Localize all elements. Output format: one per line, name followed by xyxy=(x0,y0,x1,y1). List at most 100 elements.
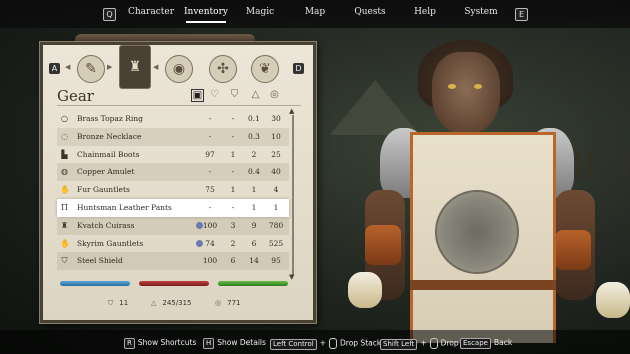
cuirass-icon: ♜ xyxy=(60,220,69,230)
item-col-1: 74 xyxy=(205,238,215,248)
item-col-3: 0.4 xyxy=(248,167,260,177)
amulet-icon: ◍ xyxy=(61,167,68,177)
hint-label: Show Details xyxy=(217,338,266,347)
tab-materials[interactable]: ✣ xyxy=(209,55,237,83)
prev-tab-key[interactable]: A xyxy=(49,63,60,74)
item-col-2: - xyxy=(231,131,235,141)
item-row[interactable]: ◍ Copper Amulet - - 0.4 40 xyxy=(57,163,289,182)
tab-arrow-left-icon: ◀ xyxy=(65,63,71,71)
tab-consumables[interactable]: ◉ xyxy=(165,55,193,83)
armor-rating-icon: ⛉ xyxy=(108,299,114,307)
gold-coin-icon: ◎ xyxy=(215,299,222,307)
item-col-2: 1 xyxy=(230,149,236,159)
coin-icon[interactable]: ◎ xyxy=(269,89,280,100)
item-col-1: 100 xyxy=(202,256,218,266)
armor-icon: ♜ xyxy=(128,59,142,75)
menu-character[interactable]: Character xyxy=(128,7,174,17)
item-name: Kvatch Cuirass xyxy=(77,220,135,230)
item-col-4: 525 xyxy=(268,238,284,248)
next-menu-key[interactable]: E xyxy=(515,8,528,21)
item-col-3: 9 xyxy=(251,220,257,230)
menu-quests[interactable]: Quests xyxy=(354,7,386,17)
item-col-1: 97 xyxy=(205,149,215,159)
item-col-1: - xyxy=(208,114,212,123)
tab-all-items[interactable]: ✎ xyxy=(77,55,105,83)
item-row[interactable]: ○ Brass Topaz Ring - - 0.1 30 xyxy=(57,110,289,128)
item-col-3: 6 xyxy=(251,238,257,248)
tab-gear[interactable]: ♜ xyxy=(119,45,151,89)
item-list-scrollbar[interactable]: ▲ ▼ xyxy=(289,107,295,281)
prev-menu-key[interactable]: Q xyxy=(103,8,116,21)
mouse-icon xyxy=(329,338,337,349)
weight-icon[interactable]: △ xyxy=(250,89,261,100)
item-col-1: 75 xyxy=(205,185,215,195)
value-sort-icon[interactable]: ▣ xyxy=(191,89,204,102)
item-col-1: - xyxy=(208,167,212,177)
next-tab-key[interactable]: D xyxy=(293,63,304,74)
shortcut-key: Left Control xyxy=(270,338,317,350)
hint-drop-stack[interactable]: Left Control + Drop Stack xyxy=(270,338,381,350)
hint-drop[interactable]: Shift Left + Drop xyxy=(380,338,459,350)
hint-label: Show Shortcuts xyxy=(137,338,197,347)
item-row[interactable]: ◌ Bronze Necklace - - 0.3 10 xyxy=(57,127,289,146)
gold-value: 771 xyxy=(227,299,241,307)
hint-show-details[interactable]: H Show Details xyxy=(203,338,266,349)
item-col-4: 780 xyxy=(268,220,284,230)
item-col-2: 1 xyxy=(230,185,236,195)
item-row[interactable]: ▙ Chainmail Boots 97 1 2 25 xyxy=(57,146,289,164)
item-name: Skyrim Gauntlets xyxy=(77,238,144,248)
character-eye-left xyxy=(448,84,456,89)
character-hand-left xyxy=(348,272,382,308)
item-col-4: 40 xyxy=(271,167,281,177)
item-col-4: 1 xyxy=(273,202,279,212)
item-col-3: 14 xyxy=(249,256,259,266)
item-name: Steel Shield xyxy=(77,256,123,266)
item-col-4: 30 xyxy=(271,114,281,123)
menu-map[interactable]: Map xyxy=(303,7,327,17)
item-row[interactable]: ⛉ Steel Shield 100 6 14 95 xyxy=(57,252,289,271)
menu-inventory[interactable]: Inventory xyxy=(184,7,228,17)
item-col-3: 1 xyxy=(251,185,257,195)
menu-help[interactable]: Help xyxy=(414,7,436,17)
mouse-icon xyxy=(429,338,438,349)
menu-system[interactable]: System xyxy=(464,7,498,17)
tab-arrow-left-icon-2: ◀ xyxy=(153,63,159,71)
menu-magic[interactable]: Magic xyxy=(244,7,276,17)
magicka-bar xyxy=(139,281,209,286)
item-row[interactable]: ♜ Kvatch Cuirass 100 3 9 780 xyxy=(57,216,289,235)
weight-icon: △ xyxy=(151,299,157,307)
tab-misc[interactable]: ❦ xyxy=(251,55,279,83)
scroll-track[interactable] xyxy=(292,115,294,275)
item-col-1: 100 xyxy=(202,220,218,230)
item-col-2: 3 xyxy=(230,220,236,230)
weight-stat: △ 245/315 xyxy=(151,299,191,307)
item-row[interactable]: ✋ Skyrim Gauntlets 74 2 6 525 xyxy=(57,235,289,253)
item-col-3: 0.3 xyxy=(248,131,260,141)
item-col-1: - xyxy=(208,131,212,141)
hint-back[interactable]: Escape Back xyxy=(460,338,512,349)
potion-icon: ◉ xyxy=(172,61,186,77)
shield-icon[interactable]: ⛉ xyxy=(229,89,240,100)
item-col-2: - xyxy=(231,114,235,123)
hint-label: Drop Stack xyxy=(340,338,382,348)
item-col-3: 1 xyxy=(251,202,257,212)
shield-icon: ⛉ xyxy=(61,256,68,266)
item-col-2: - xyxy=(231,202,235,212)
boots-icon: ▙ xyxy=(61,149,68,159)
character-bracer-left xyxy=(365,225,401,265)
item-col-2: 2 xyxy=(230,238,236,248)
heart-icon[interactable]: ♡ xyxy=(209,89,220,100)
item-name: Bronze Necklace xyxy=(77,131,142,141)
character-belt xyxy=(410,280,556,290)
header-divider xyxy=(57,105,301,106)
scroll-up-icon[interactable]: ▲ xyxy=(289,107,294,115)
item-row[interactable]: ✋ Fur Gauntlets 75 1 1 4 xyxy=(57,181,289,199)
category-tabs: A ◀ ✎ ▶ ♜ ◀ ◉ ✣ ❦ D xyxy=(43,45,313,89)
shortcut-key: Shift Left xyxy=(380,338,418,350)
character-head xyxy=(432,52,500,134)
hint-show-shortcuts[interactable]: R Show Shortcuts xyxy=(124,338,196,349)
item-col-4: 95 xyxy=(271,256,281,266)
scroll-down-icon[interactable]: ▼ xyxy=(289,273,294,281)
item-row-selected[interactable]: Π Huntsman Leather Pants - - 1 1 xyxy=(57,198,289,217)
tabard-emblem xyxy=(435,190,519,274)
